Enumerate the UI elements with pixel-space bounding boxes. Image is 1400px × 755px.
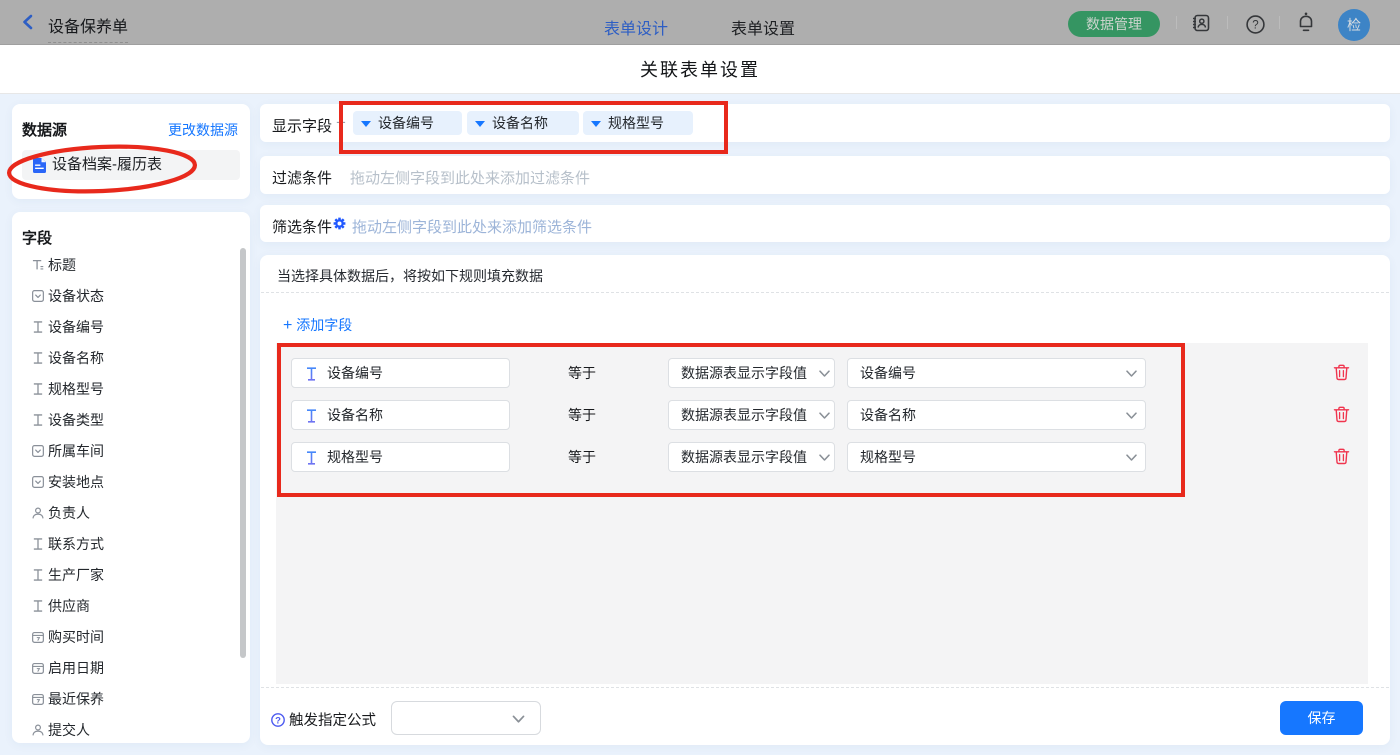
svg-text:?: ? (275, 715, 281, 726)
svg-text:?: ? (1252, 20, 1258, 32)
